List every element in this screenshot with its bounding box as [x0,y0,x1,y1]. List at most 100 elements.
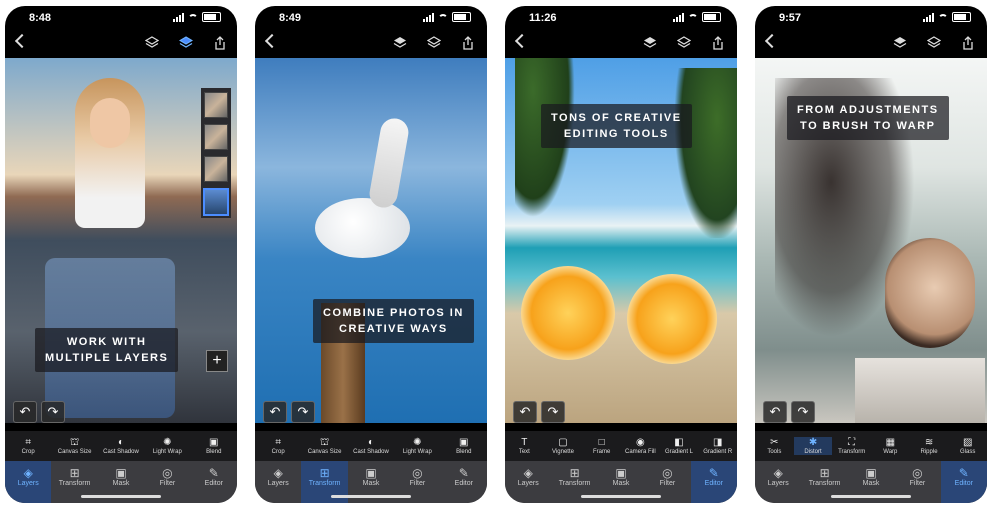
tool-vignette[interactable]: ▢ Vignette [544,437,583,455]
tool-gradient-r[interactable]: ◨ Gradient R [698,437,737,455]
chevron-left-icon[interactable] [514,33,530,49]
layers-stack-icon[interactable] [927,36,941,50]
pencil-icon: ✎ [208,466,219,480]
tool-distort[interactable]: ✱ Distort [793,437,833,455]
filter-icon: ◎ [412,466,423,480]
promo-caption: From adjustments to brush to warp [787,96,949,140]
tool-row: ⌗ Crop ⛫ Canvas Size ◐ Cast Shadow ✺ Light W… [5,431,237,461]
layer-thumbnail[interactable] [204,156,228,182]
tool-cast-shadow[interactable]: ◐ Cast Shadow [349,437,393,455]
tool-crop[interactable]: ⌗ Crop [6,437,50,455]
mask-icon: ▣ [115,466,127,480]
layers-icon[interactable] [145,36,159,50]
tool-warp[interactable]: ▦ Warp [871,437,910,455]
wifi-icon [938,13,948,21]
photo-canvas[interactable] [255,58,487,423]
tool-crop[interactable]: ⌗ Crop [256,437,300,455]
layers-stack-icon[interactable] [677,36,691,50]
pencil-icon: ✎ [708,466,719,480]
battery-icon [452,12,471,22]
tool-frame[interactable]: □ Frame [582,437,621,455]
status-time: 8:48 [29,12,52,24]
undo-icon[interactable]: ↶ [13,401,37,423]
transform-icon: ⊞ [319,466,330,480]
tool-text[interactable]: T Text [505,437,544,455]
layers-icon: ◈ [23,466,33,480]
chevron-left-icon[interactable] [764,33,780,49]
redo-icon[interactable]: ↷ [791,401,815,423]
tool-row: ✂ Tools ✱ Distort ⛶ Transform ▦ Warp ≋ Ripple… [755,431,987,461]
share-icon[interactable] [961,36,975,50]
tab-editor[interactable]: ✎ Editor [441,461,487,503]
home-indicator [581,495,661,498]
tool-canvas-size[interactable]: ⛫ Canvas Size [303,437,347,455]
layers-stack-icon[interactable] [179,36,193,50]
signal-icon [423,12,434,22]
chevron-left-icon[interactable] [14,33,30,49]
tool-transform[interactable]: ⛶ Transform [832,437,871,455]
share-icon[interactable] [213,36,227,50]
layers-stack-icon[interactable] [427,36,441,50]
tab-layers[interactable]: ◈ Layers [755,461,801,503]
tab-layers[interactable]: ◈ Layers [255,461,301,503]
transform-icon: ⊞ [569,466,580,480]
tab-editor[interactable]: ✎ Editor [690,461,737,503]
pencil-icon: ✎ [958,466,969,480]
tab-editor[interactable]: ✎ Editor [191,461,237,503]
signal-icon [173,12,184,22]
promo-caption: Work with multiple Layers [35,328,179,372]
status-time: 11:26 [529,12,557,24]
phone-screen-3: 11:26 Tons of creative editing tools ↶ ↷… [505,6,737,503]
battery-icon [202,12,221,22]
tool-canvas-size[interactable]: ⛫ Canvas Size [53,437,97,455]
status-bar: 8:48 [5,6,237,28]
home-indicator [331,495,411,498]
layer-thumbnail[interactable] [204,92,228,118]
redo-icon[interactable]: ↷ [291,401,315,423]
tab-editor[interactable]: ✎ Editor [940,461,987,503]
layers-icon[interactable] [893,36,907,50]
battery-icon [702,12,721,22]
phone-screen-1: 8:48 + Work with multiple Layers ↶ ↷ ⌗ Cr… [5,6,237,503]
tab-layers[interactable]: ◈ Layers [5,461,52,503]
tool-cast-shadow[interactable]: ◐ Cast Shadow [99,437,143,455]
status-time: 9:57 [779,12,802,24]
redo-icon[interactable]: ↷ [541,401,565,423]
filter-icon: ◎ [662,466,673,480]
transform-icon: ⊞ [819,466,830,480]
nav-bar [5,30,237,58]
undo-icon[interactable]: ↶ [763,401,787,423]
chevron-left-icon[interactable] [264,33,280,49]
mask-icon: ▣ [615,466,627,480]
layers-panel [201,88,231,218]
undo-icon[interactable]: ↶ [513,401,537,423]
filter-icon: ◎ [162,466,173,480]
tool-ripple[interactable]: ≋ Ripple [910,437,949,455]
plus-icon[interactable]: + [206,350,228,372]
layer-thumbnail-selected[interactable] [203,188,229,216]
phone-screen-2: 8:49 Combine photos in creative ways ↶ ↷… [255,6,487,503]
tool-camera-fill[interactable]: ◉ Camera Fill [621,437,660,455]
signal-icon [923,12,934,22]
tool-blend[interactable]: ▣ Blend [192,437,236,455]
layers-icon[interactable] [643,36,657,50]
share-icon[interactable] [461,36,475,50]
layers-icon[interactable] [393,36,407,50]
tool-gradient-l[interactable]: ◧ Gradient L [660,437,699,455]
tool-light-wrap[interactable]: ✺ Light Wrap [395,437,439,455]
tab-layers[interactable]: ◈ Layers [505,461,551,503]
tool-light-wrap[interactable]: ✺ Light Wrap [145,437,189,455]
layer-thumbnail[interactable] [204,124,228,150]
tool-glass[interactable]: ▨ Glass [948,437,987,455]
share-icon[interactable] [711,36,725,50]
undo-icon[interactable]: ↶ [263,401,287,423]
status-bar: 11:26 [505,6,737,28]
redo-icon[interactable]: ↷ [41,401,65,423]
status-time: 8:49 [279,12,302,24]
phone-screen-4: 9:57 From adjustments to brush to warp ↶… [755,6,987,503]
layers-icon: ◈ [523,466,533,480]
promo-caption: Combine photos in creative ways [313,299,474,343]
tool-blend[interactable]: ▣ Blend [442,437,486,455]
tool-tools[interactable]: ✂ Tools [755,437,794,455]
promo-caption: Tons of creative editing tools [541,104,692,148]
